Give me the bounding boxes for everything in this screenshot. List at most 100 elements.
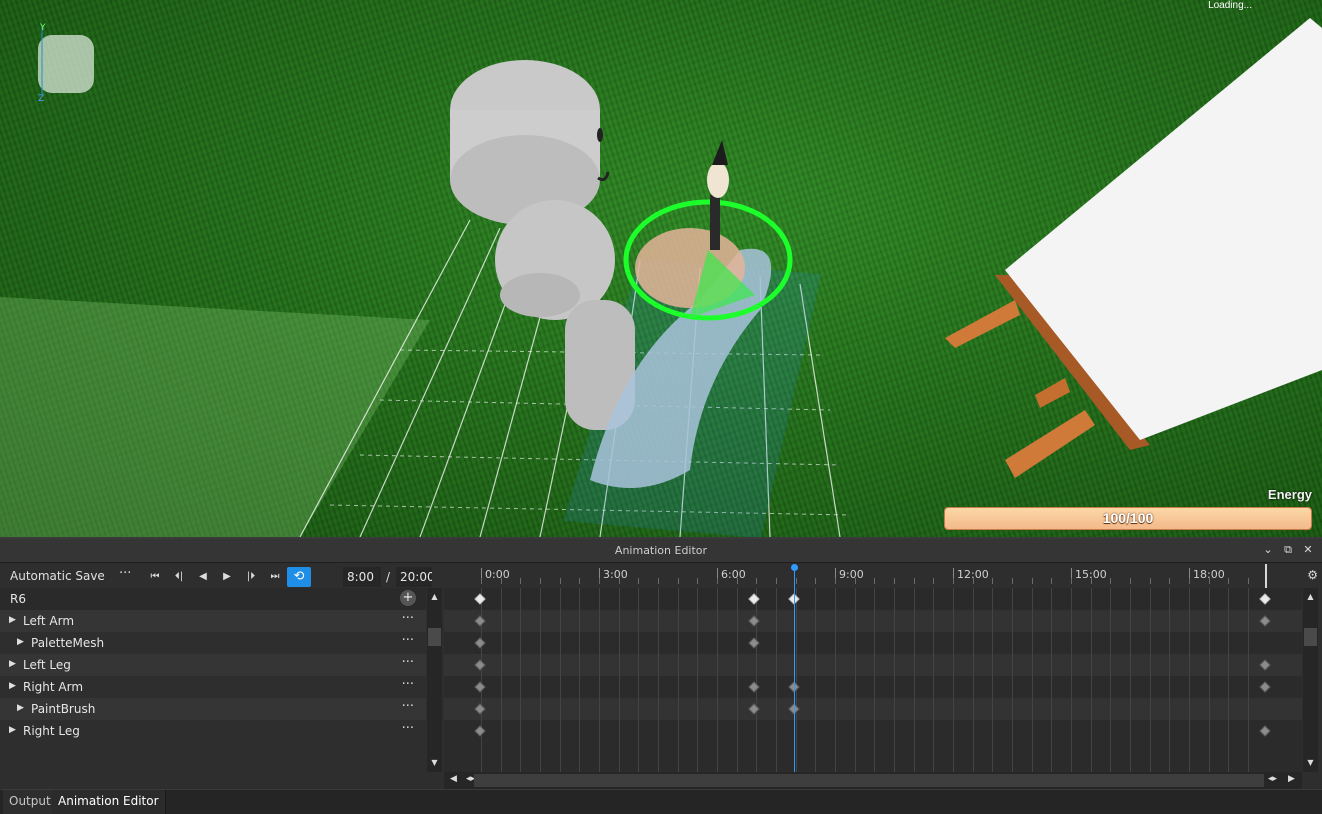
track-list-scrollbar[interactable]: ▲ ▼ <box>427 588 442 772</box>
ruler-minor-tick <box>520 578 521 584</box>
timeline-grid-line <box>658 588 659 772</box>
track-row[interactable]: ▶ Left Leg ··· <box>0 654 426 676</box>
timeline[interactable]: 0:00 3:00 6:00 9:00 12:00 15:00 18:00 <box>444 564 1302 772</box>
timeline-grid-line <box>579 588 580 772</box>
playhead[interactable] <box>794 564 795 772</box>
automatic-save-label[interactable]: Automatic Save <box>10 569 105 583</box>
ruler-minor-tick <box>678 578 679 584</box>
ruler-minor-tick <box>776 578 777 584</box>
ruler-minor-tick <box>1091 578 1092 584</box>
play-icon[interactable]: ▶ <box>217 567 237 587</box>
pop-out-icon[interactable]: ⧉ <box>1282 543 1294 557</box>
tab-animation-editor[interactable]: Animation Editor <box>52 790 166 814</box>
timeline-grid-line <box>1110 588 1111 772</box>
track-options-button[interactable]: ··· <box>402 699 414 714</box>
ruler-minor-tick <box>1012 578 1013 584</box>
tab-output[interactable]: Output <box>3 790 58 814</box>
track-row[interactable]: ▶ Left Arm ··· <box>0 610 426 632</box>
track-row[interactable]: ▶ PaletteMesh ··· <box>0 632 426 654</box>
expand-arrow-icon[interactable]: ▶ <box>17 637 24 647</box>
animation-end-marker[interactable] <box>1265 564 1267 588</box>
svg-text:Y: Y <box>39 23 46 33</box>
timeline-grid-line <box>933 588 934 772</box>
scroll-left-icon[interactable]: ◀ <box>450 774 457 784</box>
ruler-minor-tick <box>815 578 816 584</box>
timeline-row <box>444 588 1302 610</box>
track-options-button[interactable]: ··· <box>402 655 414 670</box>
add-track-button[interactable]: + <box>400 590 416 606</box>
previous-keyframe-icon[interactable]: ⏴| <box>169 567 189 587</box>
track-row[interactable]: ▶ Right Arm ··· <box>0 676 426 698</box>
chevron-down-icon[interactable]: ⌄ <box>1262 543 1274 557</box>
timeline-grid-line <box>1032 588 1033 772</box>
gear-icon[interactable]: ⚙ <box>1307 568 1318 582</box>
scrollbar-thumb[interactable] <box>1304 628 1317 646</box>
expand-arrow-icon[interactable]: ▶ <box>9 659 16 669</box>
timeline-grid-line <box>560 588 561 772</box>
track-options-button[interactable]: ··· <box>402 721 414 736</box>
ruler-minor-tick <box>481 578 482 584</box>
ruler-minor-tick <box>1248 578 1249 584</box>
ruler-minor-tick <box>560 578 561 584</box>
view-cube[interactable] <box>38 26 94 95</box>
play-reverse-icon[interactable]: ◀ <box>193 567 213 587</box>
timeline-scrollbar[interactable]: ▲ ▼ <box>1303 588 1318 772</box>
expand-arrow-icon[interactable]: ▶ <box>9 615 16 625</box>
zoom-handle-right-icon[interactable]: ◂▸ <box>1268 774 1277 784</box>
ruler-minor-tick <box>599 578 600 584</box>
svg-text:Z: Z <box>38 94 44 104</box>
editor-title: Animation Editor <box>614 544 708 557</box>
rig-row[interactable]: R6 + <box>0 588 426 610</box>
ruler-minor-tick <box>796 578 797 584</box>
scroll-down-icon[interactable]: ▼ <box>1303 756 1318 770</box>
scene-graphics: Y Z <box>0 18 1322 537</box>
scroll-down-icon[interactable]: ▼ <box>427 756 442 770</box>
timeline-grid-line <box>1012 588 1013 772</box>
scroll-up-icon[interactable]: ▲ <box>1303 590 1318 604</box>
track-label: Right Leg <box>23 724 80 738</box>
ruler-tick-label: 9:00 <box>839 568 864 581</box>
rig-name: R6 <box>10 592 26 606</box>
playhead-handle[interactable] <box>791 564 798 571</box>
ruler-minor-tick <box>1051 578 1052 584</box>
ruler-minor-tick <box>1169 578 1170 584</box>
ruler-minor-tick <box>1150 578 1151 584</box>
loop-icon[interactable]: ⟲ <box>287 567 311 587</box>
energy-value: 100/100 <box>1102 510 1154 526</box>
track-options-button[interactable]: ··· <box>402 633 414 648</box>
timeline-hscrollbar[interactable]: ◀ ◂▸ ◂▸ ▶ <box>444 772 1302 789</box>
expand-arrow-icon[interactable]: ▶ <box>9 725 16 735</box>
current-time-field[interactable]: 8:00 <box>343 567 381 587</box>
timeline-grid-line <box>717 588 718 772</box>
ruler-minor-tick <box>1189 578 1190 584</box>
scroll-right-icon[interactable]: ▶ <box>1288 774 1295 784</box>
ruler-minor-tick <box>835 578 836 584</box>
3d-viewport[interactable]: Y Z Loading... Energy 100/100 <box>0 0 1322 537</box>
ruler-minor-tick <box>933 578 934 584</box>
track-options-button[interactable]: ··· <box>402 677 414 692</box>
timeline-grid-line <box>835 588 836 772</box>
scrollbar-thumb[interactable] <box>474 774 1264 787</box>
track-row[interactable]: ▶ Right Leg ··· <box>0 720 426 742</box>
end-time-field[interactable]: 20:00 <box>396 567 432 587</box>
track-label: Left Leg <box>23 658 71 672</box>
timeline-grid-line <box>914 588 915 772</box>
ruler-minor-tick <box>658 578 659 584</box>
scroll-up-icon[interactable]: ▲ <box>427 590 442 604</box>
expand-arrow-icon[interactable]: ▶ <box>17 703 24 713</box>
timeline-grid-line <box>599 588 600 772</box>
scrollbar-thumb[interactable] <box>428 628 441 646</box>
expand-arrow-icon[interactable]: ▶ <box>9 681 16 691</box>
ruler-minor-tick <box>737 578 738 584</box>
track-options-button[interactable]: ··· <box>402 611 414 626</box>
timeline-row <box>444 720 1302 742</box>
timeline-grid-line <box>1209 588 1210 772</box>
editor-toolbar: Automatic Save ··· ⏮ ⏴| ◀ ▶ |⏵ ⏭ ⟲ 8:00 … <box>0 564 440 588</box>
next-keyframe-icon[interactable]: |⏵ <box>241 567 261 587</box>
time-ruler[interactable]: 0:00 3:00 6:00 9:00 12:00 15:00 18:00 <box>444 564 1302 588</box>
more-options-button[interactable]: ··· <box>119 566 131 581</box>
skip-to-end-icon[interactable]: ⏭ <box>265 567 285 587</box>
track-row[interactable]: ▶ PaintBrush ··· <box>0 698 426 720</box>
close-icon[interactable]: ✕ <box>1302 543 1314 557</box>
skip-to-start-icon[interactable]: ⏮ <box>145 567 165 587</box>
